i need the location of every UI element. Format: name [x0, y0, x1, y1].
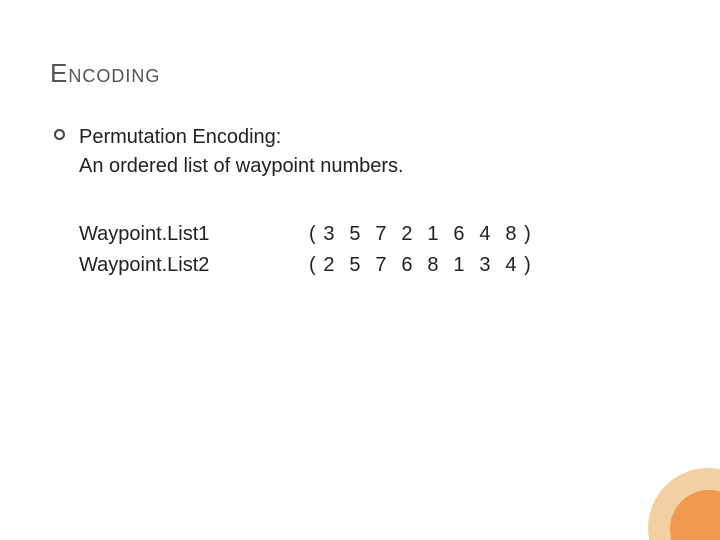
bullet-sub: An ordered list of waypoint numbers. [79, 152, 404, 181]
waypoint-label: Waypoint.List2 [79, 250, 309, 281]
corner-decoration [610, 460, 720, 540]
slide-title: Encoding [50, 58, 670, 89]
waypoint-values: (25768134) [309, 250, 531, 281]
waypoint-row: Waypoint.List1 (35721648) [79, 219, 670, 250]
waypoint-lists: Waypoint.List1 (35721648) Waypoint.List2… [79, 219, 670, 281]
waypoint-values: (35721648) [309, 219, 531, 250]
bullet-heading: Permutation Encoding: [79, 123, 404, 152]
slide: Encoding Permutation Encoding: An ordere… [0, 0, 720, 540]
content-area: Permutation Encoding: An ordered list of… [50, 123, 670, 281]
bullet-text: Permutation Encoding: An ordered list of… [79, 123, 404, 181]
waypoint-label: Waypoint.List1 [79, 219, 309, 250]
waypoint-row: Waypoint.List2 (25768134) [79, 250, 670, 281]
bullet-icon [54, 129, 65, 140]
bullet-item: Permutation Encoding: An ordered list of… [54, 123, 670, 181]
